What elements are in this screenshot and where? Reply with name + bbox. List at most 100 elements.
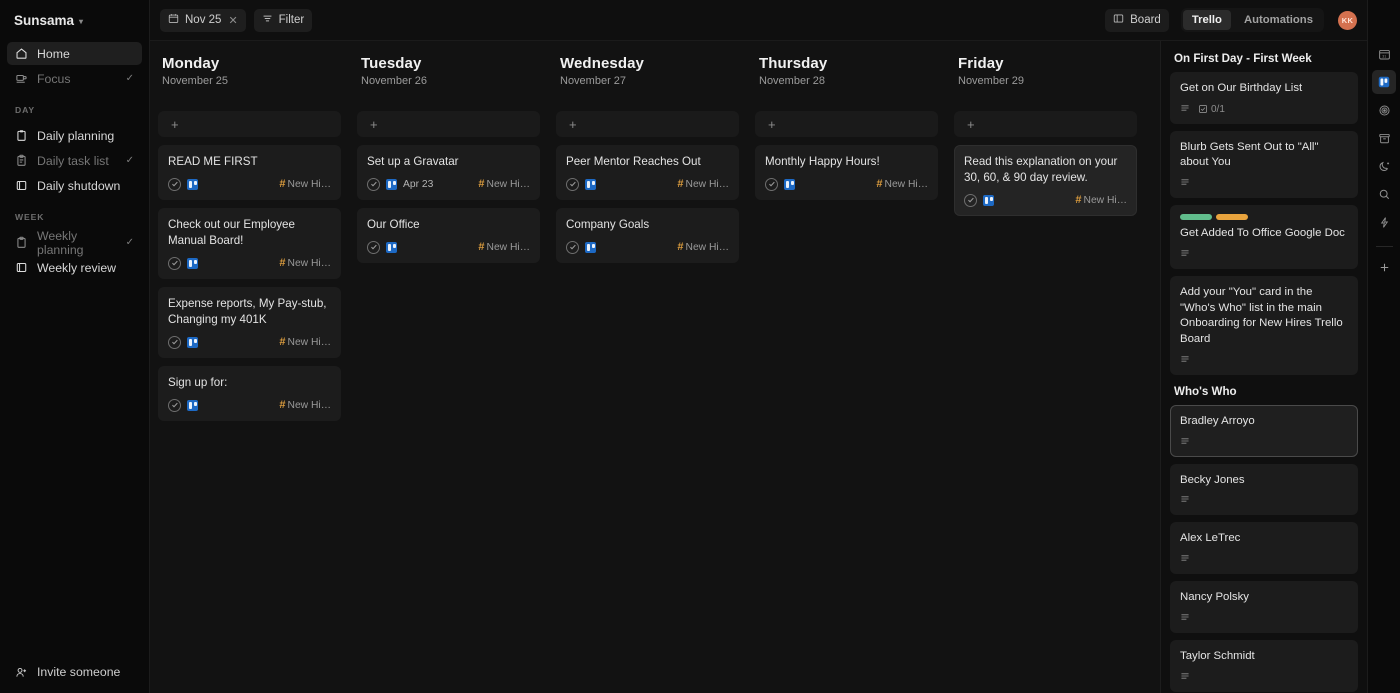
- trello-card[interactable]: Get on Our Birthday List 0/1: [1170, 72, 1358, 124]
- trello-card[interactable]: Taylor Schmidt: [1170, 639, 1358, 692]
- trello-card-title: Blurb Gets Sent Out to "All" about You: [1180, 140, 1319, 169]
- add-task-button[interactable]: +: [954, 111, 1137, 137]
- task-tag[interactable]: # New Hi…: [279, 178, 331, 190]
- task-card[interactable]: Check out our Employee Manual Board! # Ne…: [158, 207, 341, 279]
- board-label: Board: [1130, 14, 1161, 26]
- task-title: Check out our Employee Manual Board!: [168, 217, 295, 247]
- sidebar-item-label: Focus: [37, 71, 71, 86]
- plus-icon[interactable]: [1372, 255, 1396, 279]
- complete-task-icon[interactable]: [168, 177, 181, 191]
- sidebar-item-daily-planning[interactable]: Daily planning: [7, 124, 142, 147]
- avatar[interactable]: KK: [1338, 10, 1357, 30]
- task-tag-label: New Hi…: [884, 178, 928, 190]
- close-icon[interactable]: ✕: [228, 14, 237, 27]
- tab-trello[interactable]: Trello: [1182, 10, 1231, 30]
- complete-task-icon[interactable]: [765, 177, 778, 191]
- task-tag[interactable]: # New Hi…: [677, 241, 729, 253]
- task-card[interactable]: Monthly Happy Hours! # New Hi…: [755, 145, 938, 200]
- task-tag-label: New Hi…: [486, 241, 530, 253]
- trello-card[interactable]: Nancy Polsky: [1170, 581, 1358, 633]
- trello-source-icon: [585, 241, 596, 253]
- sidebar-group-day-label: DAY: [15, 105, 36, 115]
- invite-someone-button[interactable]: Invite someone: [0, 651, 149, 693]
- search-icon[interactable]: [1372, 182, 1396, 206]
- checklist-count: 0/1: [1211, 103, 1225, 115]
- complete-task-icon[interactable]: [566, 177, 579, 191]
- date-filter-chip[interactable]: Nov 25 ✕: [160, 8, 246, 32]
- task-card[interactable]: Peer Mentor Reaches Out # New Hi…: [556, 145, 739, 200]
- complete-task-icon[interactable]: [168, 398, 181, 412]
- trello-card-title: Get on Our Birthday List: [1180, 82, 1303, 94]
- filter-chip-label: Filter: [278, 14, 305, 26]
- day-header: Thursday November 28: [755, 51, 938, 87]
- day-name: Friday: [958, 55, 1004, 72]
- archive-icon[interactable]: [1372, 126, 1396, 150]
- task-tag[interactable]: # New Hi…: [1075, 194, 1127, 206]
- sidebar-item-focus[interactable]: Focus ✓: [7, 67, 142, 90]
- task-tag-label: New Hi…: [685, 178, 729, 190]
- task-card[interactable]: Company Goals # New Hi…: [556, 207, 739, 263]
- trello-card[interactable]: Becky Jones: [1170, 463, 1358, 516]
- day-column-monday: Monday November 25 + READ ME FIRST # New …: [150, 51, 349, 693]
- task-meta: # New Hi…: [168, 177, 331, 192]
- task-tag-label: New Hi…: [1083, 194, 1127, 206]
- sidebar-item-weekly-review[interactable]: Weekly review: [7, 256, 142, 279]
- lightning-icon[interactable]: [1372, 210, 1396, 234]
- complete-task-icon[interactable]: [168, 256, 181, 270]
- complete-task-icon[interactable]: [566, 240, 579, 254]
- hash-icon: #: [279, 336, 286, 349]
- sidebar-item-daily-task-list[interactable]: Daily task list ✓: [7, 149, 142, 172]
- add-task-button[interactable]: +: [357, 111, 540, 137]
- task-tag[interactable]: # New Hi…: [279, 399, 331, 411]
- complete-task-icon[interactable]: [168, 335, 181, 349]
- task-card[interactable]: Expense reports, My Pay-stub, Changing m…: [158, 286, 341, 358]
- task-card[interactable]: Read this explanation on your 30, 60, & …: [954, 145, 1137, 216]
- task-card[interactable]: Set up a Gravatar Apr 23 # New Hi…: [357, 145, 540, 200]
- hash-icon: #: [478, 178, 485, 191]
- tab-automations[interactable]: Automations: [1235, 10, 1322, 30]
- trello-card[interactable]: Alex LeTrec: [1170, 522, 1358, 575]
- day-column-tuesday: Tuesday November 26 + Set up a Gravatar …: [349, 51, 548, 693]
- add-task-button[interactable]: +: [556, 111, 739, 137]
- task-title: Monthly Happy Hours!: [765, 155, 880, 168]
- add-task-button[interactable]: +: [755, 111, 938, 137]
- target-icon[interactable]: [1372, 98, 1396, 122]
- board-view-button[interactable]: Board: [1105, 8, 1169, 32]
- moon-icon[interactable]: [1372, 154, 1396, 178]
- complete-task-icon[interactable]: [367, 240, 380, 254]
- sidebar-item-home[interactable]: Home: [7, 42, 142, 65]
- task-tag[interactable]: # New Hi…: [279, 257, 331, 269]
- workspace-switcher[interactable]: Sunsama ▾: [0, 0, 149, 38]
- filter-chip[interactable]: Filter: [253, 8, 313, 32]
- trello-rail-icon[interactable]: [1372, 70, 1396, 94]
- task-tag[interactable]: # New Hi…: [478, 178, 530, 190]
- description-icon: [1180, 354, 1190, 367]
- task-tag-label: New Hi…: [287, 336, 331, 348]
- trello-card[interactable]: Add your "You" card in the "Who's Who" l…: [1170, 275, 1358, 375]
- task-tag[interactable]: # New Hi…: [478, 241, 530, 253]
- task-title: Sign up for:: [168, 375, 228, 389]
- sidebar-item-weekly-planning[interactable]: Weekly planning ✓: [7, 228, 142, 257]
- trello-panel: On First Day - First Week Get on Our Bir…: [1160, 41, 1367, 693]
- task-card[interactable]: READ ME FIRST # New Hi…: [158, 145, 341, 200]
- week-board: Monday November 25 + READ ME FIRST # New …: [150, 41, 1160, 693]
- calendar-rail-icon[interactable]: 31: [1372, 42, 1396, 66]
- sidebar-item-label: Weekly planning: [37, 228, 84, 257]
- trello-source-icon: [187, 399, 198, 411]
- complete-task-icon[interactable]: [964, 193, 977, 207]
- task-tag[interactable]: # New Hi…: [279, 336, 331, 348]
- task-tag[interactable]: # New Hi…: [677, 178, 729, 190]
- trello-card[interactable]: Get Added To Office Google Doc: [1170, 205, 1358, 269]
- task-card[interactable]: Sign up for: # New Hi…: [158, 365, 341, 421]
- trello-card[interactable]: Bradley Arroyo: [1170, 404, 1358, 457]
- task-card[interactable]: Our Office # New Hi…: [357, 207, 540, 263]
- trello-card[interactable]: Blurb Gets Sent Out to "All" about You: [1170, 130, 1358, 199]
- task-title: Set up a Gravatar: [367, 155, 459, 168]
- add-task-button[interactable]: +: [158, 111, 341, 137]
- task-tag[interactable]: # New Hi…: [876, 178, 928, 190]
- date-chip-label: Nov 25: [185, 14, 222, 26]
- complete-task-icon[interactable]: [367, 177, 380, 191]
- sidebar-item-daily-shutdown[interactable]: Daily shutdown: [7, 174, 142, 197]
- trello-card-title: Taylor Schmidt: [1180, 649, 1255, 662]
- panel-tabs: Trello Automations: [1180, 8, 1324, 32]
